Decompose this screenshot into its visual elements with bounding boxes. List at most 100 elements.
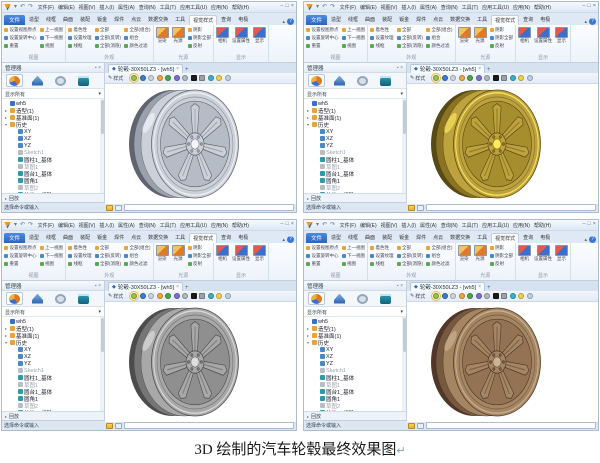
ribbon-button[interactable]: 线框 [370, 42, 394, 50]
history-manager-tab[interactable] [6, 292, 23, 305]
shaded-mode-icon[interactable] [129, 291, 140, 301]
menu-item[interactable]: 帮助(H) [230, 222, 250, 229]
ribbon-button[interactable]: 全部(消隐) [94, 42, 121, 50]
wireframe-mode-icon[interactable] [148, 293, 155, 299]
tree-item[interactable]: wh5 [2, 318, 104, 325]
ribbon-button[interactable]: 颜色过滤 [124, 260, 151, 268]
tree-item[interactable]: 圆台1_基体 [2, 388, 104, 395]
ribbon-button[interactable]: 设置旋转中心 [4, 252, 37, 260]
ribbon-tab-工具[interactable]: 工具 [172, 15, 188, 25]
ribbon-big-button-相机[interactable]: 相机 [216, 245, 229, 262]
menu-item[interactable]: 工具(T) [158, 4, 177, 11]
ribbon-tab-曲面[interactable]: 曲面 [362, 233, 378, 243]
environment-icon[interactable] [526, 293, 533, 299]
menu-item[interactable]: 应用工具(U) [481, 222, 511, 229]
close-button[interactable]: × [291, 222, 294, 228]
close-button[interactable]: × [291, 4, 294, 10]
ribbon-big-button-光源[interactable]: 光源 [473, 245, 487, 262]
tree-item[interactable]: 圆柱1_基体 [304, 374, 406, 381]
ribbon-button[interactable]: 反射 [489, 42, 514, 50]
sun-light-icon[interactable] [458, 293, 465, 299]
ribbon-button[interactable]: 阴影全部 [489, 34, 513, 42]
ribbon-tab-焊件[interactable]: 焊件 [111, 233, 127, 243]
menu-item[interactable]: 查询(N) [439, 4, 459, 11]
tree-item[interactable]: 草图2 [304, 184, 406, 191]
ribbon-big-button-显示[interactable]: 显示 [555, 27, 568, 44]
ribbon-button[interactable]: 着色性 [68, 244, 92, 252]
document-tab[interactable]: ◆ 轮毂-30X50LZ3 - [wh5] × [108, 64, 184, 73]
ribbon-button[interactable]: 颜色过滤 [426, 260, 453, 268]
ribbon-button[interactable]: 反射 [187, 260, 212, 268]
maximize-button[interactable]: □ [285, 222, 288, 228]
material-icon[interactable] [467, 293, 474, 299]
tree-item[interactable]: 拉伸1_切除 [304, 191, 406, 193]
assembly-manager-tab[interactable] [331, 292, 348, 305]
tree-item[interactable]: ▾ 历史 [304, 339, 406, 346]
ribbon-tab-装配[interactable]: 装配 [77, 233, 93, 243]
tree-item[interactable]: wh5 [304, 100, 406, 107]
tree-item[interactable]: 拉伸1_切除 [2, 409, 104, 411]
command-input[interactable] [426, 204, 596, 211]
tree-item[interactable]: ▸ 基准面(1) [2, 332, 104, 339]
lamp-icon[interactable] [216, 293, 223, 299]
ribbon-big-button-渲染[interactable]: 渲染 [457, 27, 471, 44]
ribbon-button[interactable]: 设置视图原点 [306, 26, 339, 34]
viewport[interactable] [105, 302, 296, 422]
ribbon-tab-工具[interactable]: 工具 [474, 15, 490, 25]
ribbon-button[interactable]: 重置 [4, 260, 37, 268]
help-icon[interactable]: ? [287, 236, 294, 243]
ribbon-tab-查询[interactable]: 查询 [520, 15, 536, 25]
ribbon-button[interactable]: 设置视图原点 [4, 244, 37, 252]
visual-manager-tab[interactable] [354, 292, 371, 305]
redo-icon[interactable]: ↷ [27, 222, 34, 228]
ribbon-button[interactable]: 全部(组合) [426, 26, 453, 34]
menu-item[interactable]: 属性(A) [419, 4, 439, 11]
ribbon-button[interactable]: 阴影 [489, 26, 514, 34]
file-menu-button[interactable]: 文件 [306, 233, 328, 243]
ribbon-tab-造型[interactable]: 造型 [328, 15, 344, 25]
ribbon-tab-电极[interactable]: 电极 [537, 233, 553, 243]
menu-item[interactable]: 应用工具(U) [179, 4, 209, 11]
panel-pin-icons[interactable]: ▪ × [397, 65, 403, 71]
ribbon-tab-焊件[interactable]: 焊件 [413, 233, 429, 243]
tree-item[interactable]: ▾ 历史 [2, 339, 104, 346]
tree-item[interactable]: Sketch1 [304, 367, 406, 374]
ribbon-button[interactable]: 全部 [94, 244, 122, 252]
ribbon-button[interactable]: 全部(反转) [94, 252, 121, 260]
visual-manager-tab[interactable] [52, 74, 69, 87]
render-mode-icon[interactable] [139, 293, 146, 299]
document-tab[interactable]: ◆ 轮毂-30X50LZ3 - [wh5] × [410, 64, 486, 73]
ribbon-big-button-相机[interactable]: 相机 [216, 27, 229, 44]
tree-item[interactable]: Sketch1 [2, 367, 104, 374]
menu-item[interactable]: 文件(F) [338, 4, 357, 11]
layer-manager-tab[interactable] [75, 292, 92, 305]
tree-item[interactable]: 圆角1 [304, 395, 406, 402]
ribbon-button[interactable]: 组合 [426, 252, 453, 260]
tree-item[interactable]: 圆台1_基体 [304, 170, 406, 177]
ribbon-button[interactable]: 设置旋转中心 [4, 34, 37, 42]
tree-expander-icon[interactable]: ▸ [306, 108, 310, 113]
render-mode-icon[interactable] [139, 75, 146, 81]
replay-section[interactable]: ▸ 回放 [2, 193, 104, 202]
filter-folder-icon[interactable] [408, 422, 415, 429]
ribbon-button[interactable]: 上一视图 [39, 244, 63, 252]
tree-expander-icon[interactable]: ▸ [4, 115, 8, 120]
render-mode-icon[interactable] [441, 75, 448, 81]
ribbon-button[interactable]: 阴影 [187, 244, 212, 252]
panel-pin-icons[interactable]: ▪ × [95, 283, 101, 289]
ribbon-button[interactable]: 组合 [124, 252, 151, 260]
ribbon-button[interactable]: 阴影全部 [489, 252, 513, 260]
tree-item[interactable]: ▸ 基准面(1) [2, 114, 104, 121]
selection-filter-icon[interactable] [115, 422, 122, 429]
ribbon-big-button-设置属性[interactable]: 设置属性 [534, 27, 552, 44]
tree-item[interactable]: 圆角1 [2, 177, 104, 184]
undo-icon[interactable]: ↶ [19, 4, 26, 10]
ribbon-tab-曲面[interactable]: 曲面 [60, 15, 76, 25]
tree-item[interactable]: 圆柱1_基体 [2, 374, 104, 381]
minimize-button[interactable]: – [280, 4, 283, 10]
tree-expander-icon[interactable]: ▸ [4, 108, 8, 113]
ribbon-button[interactable]: 全部 [396, 244, 424, 252]
tree-filter-dropdown[interactable]: 显示所有 ▾ [2, 307, 104, 317]
ribbon-tab-线框[interactable]: 线框 [345, 15, 361, 25]
ribbon-button[interactable]: 全部(消隐) [94, 260, 121, 268]
